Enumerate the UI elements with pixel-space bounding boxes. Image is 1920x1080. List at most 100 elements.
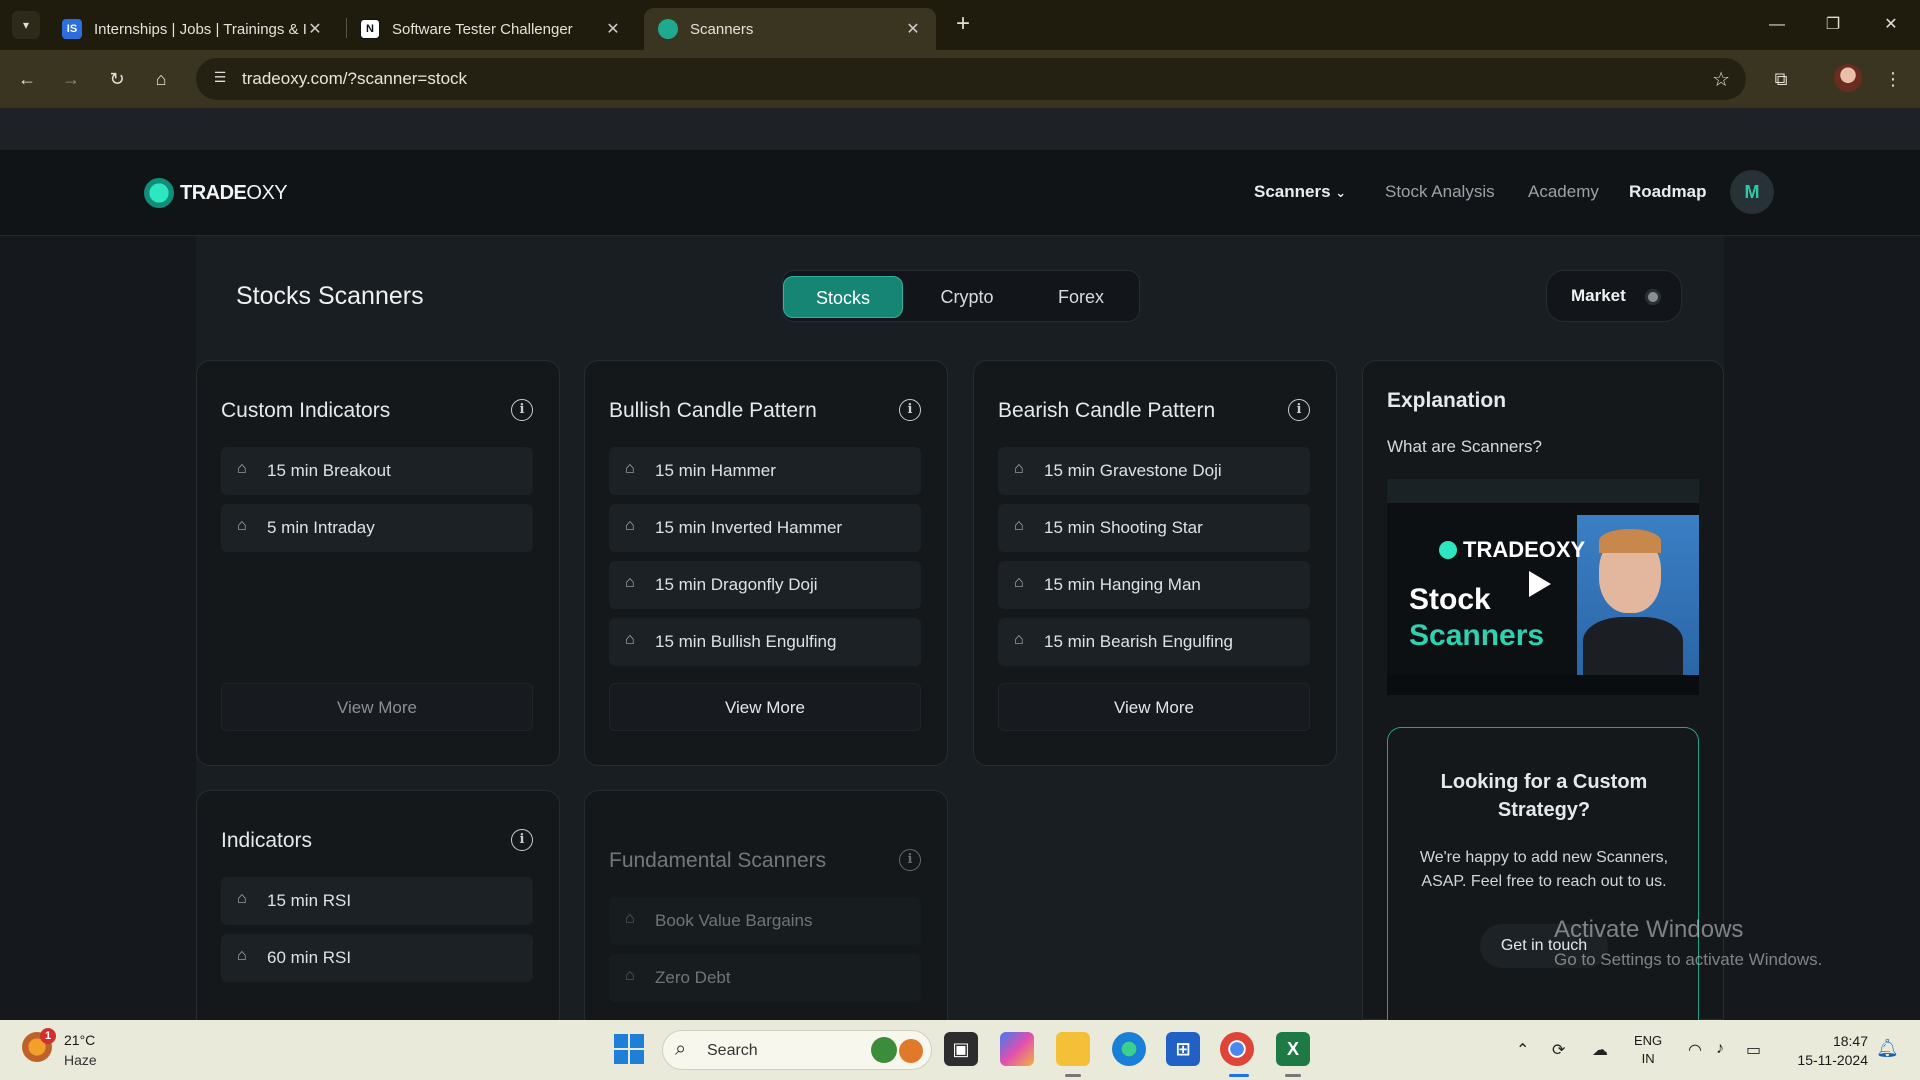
tab-internships[interactable]: IS Internships | Jobs | Trainings & I ✕ <box>48 8 338 50</box>
tab-scanners[interactable]: Scanners ✕ <box>644 8 936 50</box>
sync-icon[interactable]: ⟳ <box>1552 1040 1565 1060</box>
presenter-hair <box>1599 529 1661 553</box>
internshala-favicon-icon: IS <box>62 19 82 39</box>
tab-stocks[interactable]: Stocks <box>783 276 903 318</box>
minimize-icon[interactable]: — <box>1762 10 1792 40</box>
bookmark-star-icon[interactable]: ☆ <box>1712 67 1730 92</box>
site-info-icon[interactable]: ☰ <box>210 69 230 89</box>
play-icon[interactable] <box>1529 571 1551 597</box>
explanation-question: What are Scanners? <box>1387 437 1542 456</box>
copilot-icon[interactable] <box>1000 1032 1034 1066</box>
chrome-icon[interactable] <box>1220 1032 1254 1066</box>
scanner-item[interactable]: ⌂ 15 min Gravestone Doji <box>998 447 1310 495</box>
card-custom-indicators: Custom Indicators i ⌂ 15 min Breakout ⌂ 5 … <box>196 360 560 766</box>
taskbar-search[interactable]: ⌕ Search <box>662 1030 932 1070</box>
video-thumbnail[interactable]: TRADEOXY Stock Scanners <box>1387 479 1699 695</box>
menu-dots-icon[interactable]: ⋮ <box>1878 64 1908 94</box>
bank-icon: ⌂ <box>1014 574 1024 591</box>
forward-icon[interactable]: → <box>56 64 86 94</box>
info-icon[interactable]: i <box>511 829 533 851</box>
scanner-item[interactable]: ⌂ 15 min Breakout <box>221 447 533 495</box>
scanner-item[interactable]: ⌂ 15 min Inverted Hammer <box>609 504 921 552</box>
notification-bell-icon[interactable]: 🔔︎ <box>1876 1038 1899 1059</box>
new-tab-button[interactable]: + <box>950 12 976 38</box>
tradeoxy-logo[interactable]: TRADEOXY <box>144 178 288 208</box>
store-icon[interactable]: ⊞ <box>1166 1032 1200 1066</box>
top-strip <box>0 108 1920 150</box>
scanner-item-label: Zero Debt <box>655 968 731 987</box>
scanner-item[interactable]: ⌂ 15 min Hammer <box>609 447 921 495</box>
info-icon[interactable]: i <box>1288 399 1310 421</box>
info-icon[interactable]: i <box>899 849 921 871</box>
scanner-item[interactable]: ⌂ Zero Debt <box>609 954 921 1002</box>
scanner-item[interactable]: ⌂ 15 min Dragonfly Doji <box>609 561 921 609</box>
scanner-item[interactable]: ⌂ 15 min Hanging Man <box>998 561 1310 609</box>
close-window-icon[interactable]: ✕ <box>1876 10 1906 40</box>
onedrive-icon[interactable]: ☁ <box>1592 1040 1608 1060</box>
video-brand: TRADEOXY <box>1439 537 1585 563</box>
info-icon[interactable]: i <box>511 399 533 421</box>
view-more-button[interactable]: View More <box>609 683 921 731</box>
show-hidden-icons-chevron-icon[interactable]: ⌃ <box>1516 1040 1529 1060</box>
info-icon[interactable]: i <box>899 399 921 421</box>
scanner-item[interactable]: ⌂ 15 min Bullish Engulfing <box>609 618 921 666</box>
tab-forex[interactable]: Forex <box>1023 276 1139 318</box>
restore-icon[interactable]: ❐ <box>1818 10 1848 40</box>
explanation-title: Explanation <box>1387 389 1507 412</box>
view-more-button[interactable]: View More <box>998 683 1310 731</box>
tab-search-button[interactable]: ▾ <box>12 11 40 39</box>
close-icon[interactable]: ✕ <box>604 19 622 39</box>
search-placeholder: Search <box>707 1042 758 1059</box>
scanner-item[interactable]: ⌂ 5 min Intraday <box>221 504 533 552</box>
language-indicator[interactable]: ENG IN <box>1634 1032 1662 1068</box>
wifi-icon[interactable]: ◠ <box>1688 1040 1702 1060</box>
nav-academy[interactable]: Academy <box>1528 182 1599 202</box>
volume-icon[interactable]: ♪ <box>1716 1040 1724 1058</box>
back-icon[interactable]: ← <box>12 64 42 94</box>
system-clock[interactable]: 18:47 15-11-2024 <box>1786 1032 1868 1070</box>
scanner-item[interactable]: ⌂ 60 min RSI <box>221 934 533 982</box>
file-explorer-icon[interactable] <box>1056 1032 1090 1066</box>
nav-scanners[interactable]: Scanners ⌄ <box>1254 182 1346 202</box>
extensions-icon[interactable]: ⧉ <box>1766 64 1796 94</box>
user-avatar[interactable]: M <box>1730 170 1774 214</box>
bank-icon: ⌂ <box>625 517 635 534</box>
windows-start-icon[interactable] <box>612 1032 646 1066</box>
market-toggle[interactable]: Market <box>1546 270 1682 322</box>
nav-roadmap[interactable]: Roadmap <box>1629 182 1706 202</box>
card-bullish-candle-pattern: Bullish Candle Pattern i ⌂ 15 min Hammer … <box>584 360 948 766</box>
card-fundamental-scanners: Fundamental Scanners i ⌂ Book Value Barga… <box>584 790 948 1020</box>
close-icon[interactable]: ✕ <box>306 19 324 39</box>
notion-favicon-icon: N <box>360 19 380 39</box>
tab-crypto[interactable]: Crypto <box>907 276 1027 318</box>
scanner-item[interactable]: ⌂ 15 min Bearish Engulfing <box>998 618 1310 666</box>
nav-stock-analysis[interactable]: Stock Analysis <box>1385 182 1495 202</box>
task-view-icon[interactable]: ▣ <box>944 1032 978 1066</box>
activate-windows-subtitle: Go to Settings to activate Windows. <box>1554 950 1823 969</box>
card-indicators: Indicators i ⌂ 15 min RSI ⌂ 60 min RSI <box>196 790 560 1020</box>
tab-software-tester[interactable]: N Software Tester Challenger ✕ <box>346 8 636 50</box>
video-line2: Scanners <box>1409 619 1545 652</box>
scanner-item-label: 5 min Intraday <box>267 518 375 537</box>
scanner-item-label: 15 min Inverted Hammer <box>655 518 843 537</box>
scanner-item[interactable]: ⌂ Book Value Bargains <box>609 897 921 945</box>
scanner-item[interactable]: ⌂ 15 min Shooting Star <box>998 504 1310 552</box>
url-text[interactable]: tradeoxy.com/?scanner=stock <box>242 69 467 89</box>
address-bar[interactable]: ☰ tradeoxy.com/?scanner=stock ☆ <box>196 58 1746 100</box>
profile-avatar[interactable] <box>1834 64 1862 92</box>
view-more-button[interactable]: View More <box>221 683 533 731</box>
card-title: Fundamental Scanners <box>609 849 827 872</box>
scanner-item[interactable]: ⌂ 15 min RSI <box>221 877 533 925</box>
logo-bold: TRADE <box>180 181 247 204</box>
search-highlight-icon <box>899 1039 923 1063</box>
scanner-item-label: 15 min Gravestone Doji <box>1044 461 1222 480</box>
home-icon[interactable]: ⌂ <box>146 64 176 94</box>
running-indicator <box>1285 1074 1301 1077</box>
battery-icon[interactable]: ▭ <box>1746 1040 1761 1060</box>
edge-icon[interactable] <box>1112 1032 1146 1066</box>
card-title: Bullish Candle Pattern <box>609 399 817 422</box>
close-icon[interactable]: ✕ <box>904 19 922 39</box>
reload-icon[interactable]: ↻ <box>102 64 132 94</box>
excel-icon[interactable]: X <box>1276 1032 1310 1066</box>
bank-icon: ⌂ <box>1014 631 1024 648</box>
